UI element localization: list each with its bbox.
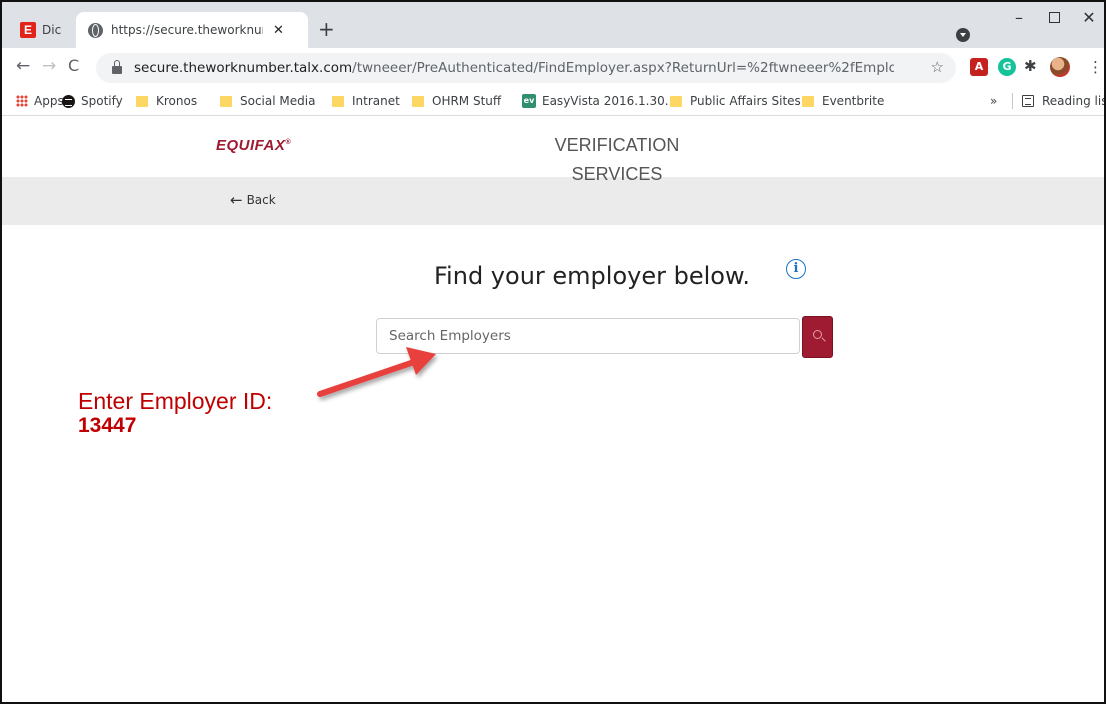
bookmark-easyvista[interactable]: ev EasyVista 2016.1.30... (522, 94, 676, 108)
equifax-e-icon: E (20, 22, 36, 38)
bookmark-kronos[interactable]: Kronos (136, 94, 197, 108)
minimize-button[interactable]: – (1004, 8, 1034, 27)
reading-list-button[interactable]: Reading list (1022, 94, 1104, 108)
bookmark-public-affairs[interactable]: Public Affairs Sites (670, 94, 801, 108)
tab-strip: E Dic https://secure.theworknumber.talx.… (2, 2, 1104, 48)
grammarly-extension-icon[interactable]: G (998, 58, 1016, 76)
tab-find-employer[interactable]: https://secure.theworknumber.talx.com/tw… (76, 12, 308, 48)
forward-nav-icon[interactable]: → (42, 56, 56, 76)
spotify-icon (62, 94, 75, 108)
avatar[interactable] (1050, 57, 1070, 77)
tab-title: https://secure.theworknumber.talx.com/tw… (111, 23, 263, 37)
bookmark-apps[interactable]: Apps (16, 94, 64, 108)
annotation-callout: Enter Employer ID: 13447 (78, 388, 272, 438)
bookmark-star-icon[interactable]: ☆ (931, 58, 944, 76)
bookmark-social-media[interactable]: Social Media (220, 94, 315, 108)
bookmark-ohrm-stuff[interactable]: OHRM Stuff (412, 94, 501, 108)
lock-icon[interactable] (112, 60, 122, 74)
folder-icon (670, 95, 682, 107)
browser-window: E Dic https://secure.theworknumber.talx.… (0, 0, 1106, 704)
folder-icon (332, 95, 344, 107)
bookmark-eventbrite[interactable]: Eventbrite (802, 94, 884, 108)
annotation-text: Enter Employer ID: (78, 388, 273, 414)
close-window-button[interactable]: ✕ (1074, 8, 1104, 27)
bookmarks-bar: Apps Spotify Kronos Social Media Intrane… (2, 88, 1104, 116)
reading-list-icon (1022, 95, 1034, 107)
extensions-puzzle-icon[interactable]: ✱ (1024, 57, 1042, 75)
back-nav-icon[interactable]: ← (16, 56, 30, 76)
adobe-pdf-extension-icon[interactable]: A (970, 58, 988, 76)
maximize-button[interactable] (1039, 8, 1069, 27)
browser-menu-icon[interactable]: ⋮ (1088, 58, 1103, 76)
url-text[interactable]: secure.theworknumber.talx.com/twneeer/Pr… (134, 60, 894, 76)
profile-menu-icon[interactable] (956, 28, 970, 42)
tab-equifax[interactable]: E Dic (10, 12, 74, 48)
apps-grid-icon (16, 95, 28, 107)
folder-icon (136, 95, 148, 107)
divider (1012, 93, 1013, 109)
page-content: EQUIFAX® VERIFICATION SERVICES ← Back Fi… (2, 117, 1104, 702)
browser-toolbar: ← → C secure.theworknumber.talx.com/twne… (2, 48, 1104, 88)
new-tab-button[interactable]: + (318, 18, 335, 40)
close-tab-icon[interactable]: ✕ (273, 23, 284, 38)
employer-id-value: 13447 (78, 414, 137, 437)
bookmarks-overflow-icon[interactable]: » (990, 94, 997, 108)
folder-icon (412, 95, 424, 107)
easyvista-icon: ev (522, 94, 536, 108)
folder-icon (220, 95, 232, 107)
bookmark-spotify[interactable]: Spotify (62, 94, 123, 108)
reload-icon[interactable]: C (68, 56, 79, 75)
address-bar[interactable]: secure.theworknumber.talx.com/twneeer/Pr… (96, 53, 956, 83)
tab-title: Dic (42, 23, 62, 37)
bookmark-intranet[interactable]: Intranet (332, 94, 400, 108)
globe-icon (88, 22, 103, 38)
folder-icon (802, 95, 814, 107)
